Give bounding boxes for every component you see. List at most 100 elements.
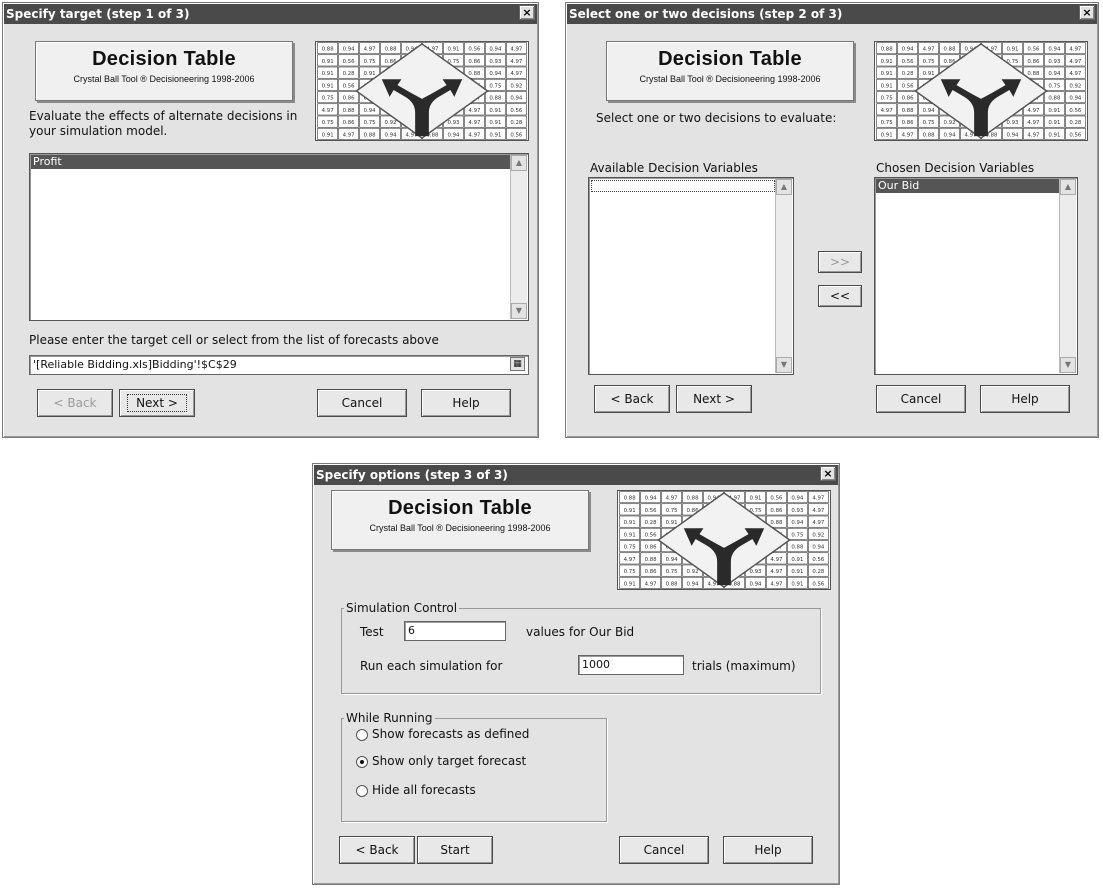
scroll-up-icon[interactable]: ▲ [1060,179,1076,195]
graphic-grid-value: 0.91 [1048,120,1060,126]
logo-title: Decision Table [92,48,236,70]
graphic-grid-value: 0.56 [812,557,825,563]
logo-title: Decision Table [388,497,532,519]
values-for-label: values for Our Bid [526,625,635,639]
graphic-grid-value: 0.91 [791,557,803,563]
scroll-down-icon[interactable]: ▼ [1060,357,1076,373]
graphic-grid-value: 0.28 [510,120,523,126]
cell-picker-icon[interactable]: ▦ [510,357,525,371]
scrollbar[interactable]: ▲ ▼ [1059,179,1076,373]
graphic-grid-value: 4.97 [923,47,935,53]
graphic-grid-value: 0.93 [749,569,761,575]
graphic-grid-value: 0.94 [1006,132,1019,138]
radio-show-target[interactable] [356,756,368,768]
start-button[interactable]: Start [417,836,493,864]
back-button[interactable]: < Back [594,385,670,413]
forecast-list[interactable]: Profit ▲ ▼ [29,153,529,321]
decision-fork-graphic: 0.88 0.94 4.97 0.88 0.94 4.97 0.91 0.56 0.94 4.97… [315,41,529,141]
graphic-grid-value: 0.86 [902,96,915,102]
radio-selected-dot [360,760,364,764]
graphic-grid-value: 0.88 [1048,96,1061,102]
graphic-grid-value: 0.94 [385,132,398,138]
help-button[interactable]: Help [980,385,1070,413]
graphic-grid-value: 0.88 [624,496,637,502]
cancel-button[interactable]: Cancel [876,385,966,413]
graphic-grid-value: 0.75 [322,96,334,102]
graphic-grid-value: 0.88 [770,520,783,526]
graphic-grid-value: 0.91 [881,132,893,138]
graphic-grid-value: 0.56 [902,83,915,89]
graphic-grid-value: 0.88 [791,545,804,551]
test-values-input[interactable]: 6 [404,621,506,641]
next-button[interactable]: Next > [119,389,195,417]
target-prompt: Please enter the target cell or select f… [29,333,439,347]
radio-label[interactable]: Hide all forecasts [372,783,476,797]
list-focus-item[interactable] [591,180,775,192]
graphic-grid-value: 0.94 [923,108,936,114]
scrollbar[interactable]: ▲ ▼ [510,155,527,319]
graphic-grid-value: 0.56 [510,132,523,138]
graphic-grid-value: 4.97 [510,59,522,65]
scrollbar[interactable]: ▲ ▼ [775,179,792,373]
graphic-grid-value: 0.88 [322,47,335,53]
back-button[interactable]: < Back [339,836,415,864]
graphic-grid-value: 0.94 [447,132,460,138]
graphic-grid-value: 0.94 [687,581,700,587]
scroll-up-icon[interactable]: ▲ [776,179,792,195]
chosen-decision-list[interactable]: Our Bid ▲ ▼ [874,177,1078,375]
graphic-grid-value: 0.88 [343,108,356,114]
graphic-grid-value: 0.91 [881,59,893,65]
graphic-grid-value: 0.88 [923,132,936,138]
graphic-grid-value: 4.97 [1027,132,1039,138]
target-cell-input[interactable]: '[Reliable Bidding.xls]Bidding'!$C$29 [29,355,529,375]
scroll-up-icon[interactable]: ▲ [511,155,527,171]
graphic-grid-value: 0.56 [1069,132,1082,138]
graphic-grid-value: 0.28 [343,71,356,77]
dialog-select-decisions: Select one or two decisions (step 2 of 3… [565,2,1099,438]
graphic-grid-value: 0.91 [791,569,803,575]
decision-table-logo: Decision Table Crystal Ball Tool ® Decis… [331,490,589,550]
trials-input[interactable]: 1000 [578,655,684,675]
close-button[interactable]: × [820,466,836,481]
graphic-grid-value: 0.92 [812,532,824,538]
graphic-grid-value: 4.97 [881,108,893,114]
close-button[interactable]: × [519,5,535,20]
graphic-grid-value: 0.75 [364,120,376,126]
cancel-button[interactable]: Cancel [317,389,407,417]
graphic-grid-value: 4.97 [812,496,824,502]
remove-button[interactable]: << [818,285,862,307]
graphic-grid-value: 0.94 [1069,96,1082,102]
cancel-button[interactable]: Cancel [619,836,709,864]
graphic-grid-value: 0.94 [791,520,804,526]
radio-hide-all[interactable] [356,785,368,797]
next-button[interactable]: Next > [676,385,752,413]
help-button[interactable]: Help [421,389,511,417]
graphic-grid-value: 0.91 [666,520,678,526]
while-running-group: While Running Show forecasts as defined … [341,711,607,822]
back-button[interactable]: < Back [37,389,113,417]
help-button[interactable]: Help [723,836,813,864]
graphic-grid-value: 0.88 [468,71,481,77]
graphic-grid-value: 0.75 [666,508,678,514]
list-item[interactable]: Our Bid [876,179,1059,193]
graphic-grid-value: 4.97 [624,557,636,563]
graphic-grid-value: 0.56 [902,59,915,65]
graphic-grid-value: 0.28 [645,520,658,526]
radio-show-forecasts[interactable] [356,729,368,741]
graphic-grid-value: 0.86 [770,508,783,514]
list-item[interactable]: Profit [31,155,510,169]
test-label: Test [360,625,384,639]
graphic-grid-value: 0.56 [343,59,356,65]
group-legend: While Running [344,711,435,725]
scroll-down-icon[interactable]: ▼ [776,357,792,373]
add-button[interactable]: >> [818,251,862,273]
dialog-title: Select one or two decisions (step 2 of 3… [567,4,1097,24]
scroll-down-icon[interactable]: ▼ [511,303,527,319]
graphic-grid-value: 4.97 [812,520,824,526]
radio-label[interactable]: Show only target forecast [372,754,526,768]
graphic-grid-value: 0.86 [468,59,481,65]
radio-label[interactable]: Show forecasts as defined [372,727,529,741]
graphic-grid-value: 0.75 [923,120,935,126]
available-decision-list[interactable]: ▲ ▼ [588,177,794,375]
close-button[interactable]: × [1079,5,1095,20]
